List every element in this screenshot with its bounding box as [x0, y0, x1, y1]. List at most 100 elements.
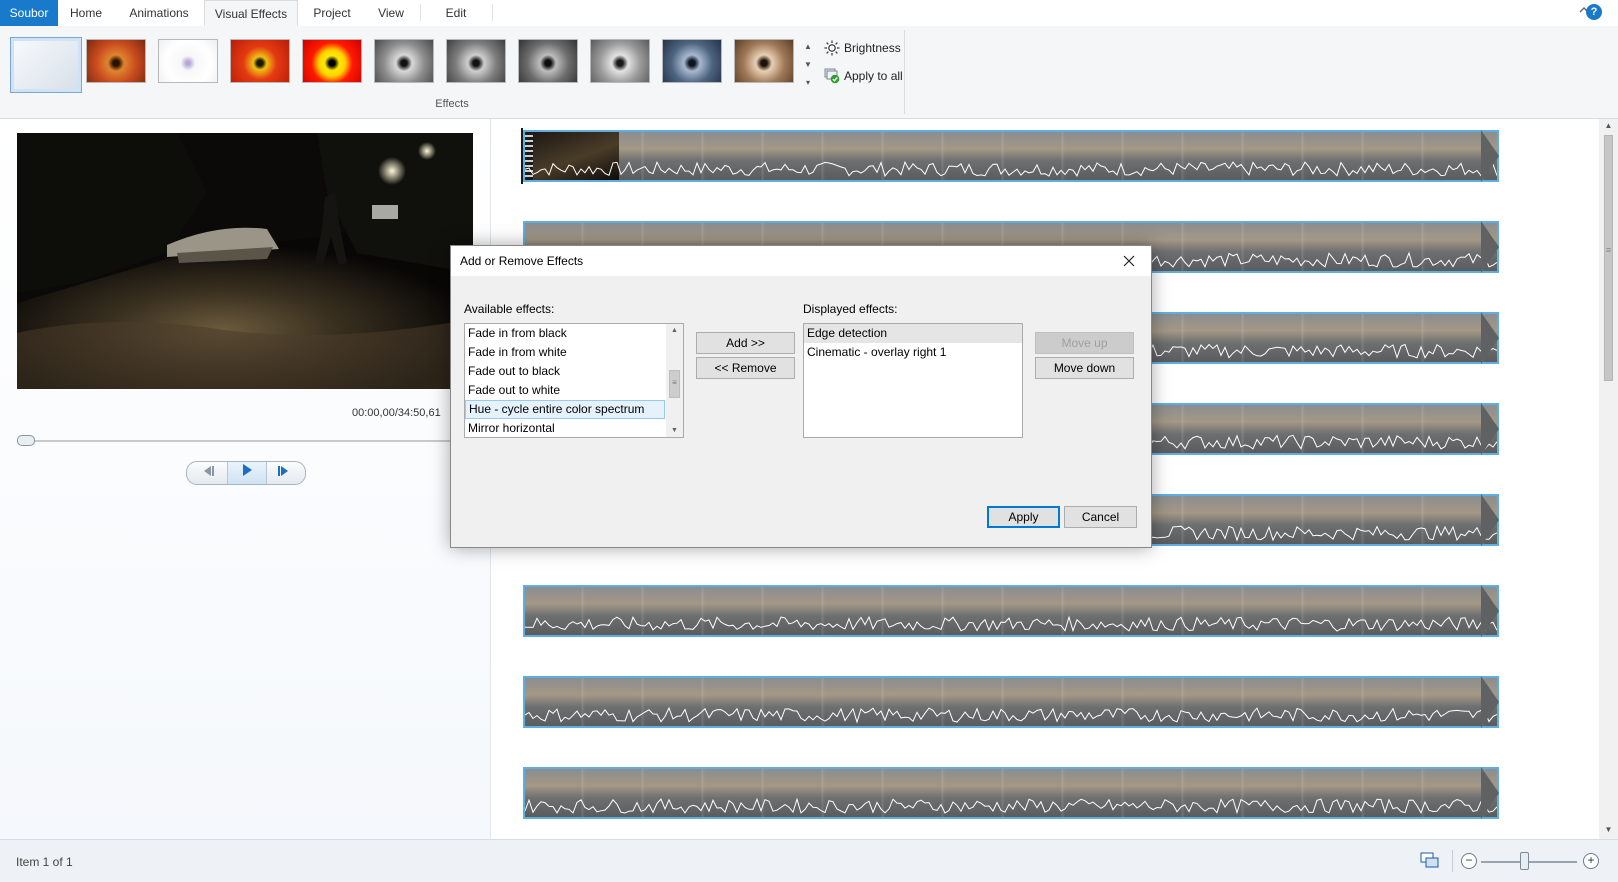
ribbon-tab-bar: Soubor Home Animations Visual Effects Pr…: [0, 0, 1618, 27]
list-scroll-down-icon[interactable]: ▼: [666, 427, 683, 434]
available-effect-item[interactable]: Fade out to white: [465, 381, 665, 400]
zoom-slider-track[interactable]: [1481, 861, 1577, 863]
displayed-effects-list[interactable]: Edge detection Cinematic - overlay right …: [803, 323, 1023, 438]
apply-to-all-icon: [824, 68, 840, 84]
zoom-in-icon[interactable]: +: [1583, 853, 1599, 869]
available-effect-item[interactable]: Fade in from black: [465, 324, 665, 343]
effect-thumb-threshold[interactable]: [230, 39, 290, 83]
status-bar: Item 1 of 1 − +: [0, 839, 1618, 882]
clip-continuation-arrow: [1481, 221, 1499, 273]
play-icon: [243, 464, 252, 476]
scroll-down-icon[interactable]: ▼: [1599, 825, 1618, 834]
status-item-count: Item 1 of 1: [16, 855, 73, 869]
effect-thumb-grayscale-2[interactable]: [446, 39, 506, 83]
clip-continuation-arrow: [1481, 676, 1499, 728]
effect-thumb-grayscale-3[interactable]: [518, 39, 578, 83]
gallery-more-icon[interactable]: ▾: [802, 74, 814, 92]
brightness-button[interactable]: Brightness: [824, 40, 901, 56]
available-effects-list[interactable]: Fade in from black Fade in from white Fade…: [464, 323, 684, 438]
zoom-out-icon[interactable]: −: [1461, 853, 1477, 869]
tab-file[interactable]: Soubor: [0, 0, 58, 26]
available-effect-item[interactable]: Hue - cycle entire color spectrum: [465, 400, 665, 419]
cancel-button[interactable]: Cancel: [1064, 506, 1137, 528]
clip-continuation-arrow: [1481, 312, 1499, 364]
ribbon-visual-effects: ▲ ▼ ▾ Brightness Apply to all Effects: [0, 26, 1618, 119]
scrollbar-thumb[interactable]: [1604, 135, 1613, 381]
clip-continuation-arrow: [1481, 494, 1499, 546]
gallery-scroll: ▲ ▼ ▾: [802, 38, 814, 100]
tab-visual-effects[interactable]: Visual Effects: [204, 0, 298, 26]
add-button[interactable]: Add >>: [696, 332, 795, 354]
clip-continuation-arrow: [1481, 585, 1499, 637]
gallery-scroll-up-icon[interactable]: ▲: [802, 38, 814, 56]
effect-thumb-edge-detection[interactable]: [158, 39, 218, 83]
storyboard-clip-row[interactable]: [523, 676, 1499, 728]
dialog-title: Add or Remove Effects: [460, 254, 584, 268]
gallery-scroll-down-icon[interactable]: ▼: [802, 56, 814, 74]
preview-pane: 00:00,00/34:50,61: [0, 119, 491, 839]
move-down-button[interactable]: Move down: [1035, 357, 1134, 379]
clip-continuation-arrow: [1481, 767, 1499, 819]
clip-continuation-arrow: [1481, 130, 1499, 182]
available-effect-item[interactable]: Fade out to black: [465, 362, 665, 381]
seek-handle[interactable]: [17, 435, 35, 446]
timecode-display: 00:00,00/34:50,61: [352, 407, 441, 419]
tab-edit[interactable]: Edit: [428, 0, 484, 26]
storyboard-scrollbar[interactable]: ▲ ≡ ▼: [1599, 119, 1618, 839]
effect-thumb-posterize[interactable]: [302, 39, 362, 83]
help-icon[interactable]: ?: [1586, 4, 1602, 20]
storyboard-clip-row[interactable]: [523, 767, 1499, 819]
tab-animations[interactable]: Animations: [116, 0, 202, 26]
clip-continuation-arrow: [1481, 403, 1499, 455]
apply-to-all-label: Apply to all: [844, 69, 903, 83]
ribbon-group-label: Effects: [435, 98, 469, 110]
displayed-effect-item[interactable]: Edge detection: [804, 324, 1022, 343]
available-list-scrollbar[interactable]: ▲ ≡ ▼: [666, 324, 683, 437]
video-preview[interactable]: [17, 133, 473, 389]
audio-waveform: [525, 797, 1497, 815]
tab-home[interactable]: Home: [60, 0, 112, 26]
effect-thumb-sepia[interactable]: [734, 39, 794, 83]
storyboard-view-icon[interactable]: [1420, 852, 1440, 868]
audio-waveform: [525, 615, 1497, 633]
playback-controls: [186, 461, 306, 485]
tab-project[interactable]: Project: [300, 0, 364, 26]
ribbon-divider: [904, 30, 905, 114]
previous-frame-button[interactable]: [191, 462, 225, 484]
list-scroll-up-icon[interactable]: ▲: [666, 327, 683, 334]
effect-thumb-cyanotype[interactable]: [662, 39, 722, 83]
remove-button[interactable]: << Remove: [696, 357, 795, 379]
available-effects-label: Available effects:: [464, 302, 555, 316]
effect-thumb-warm[interactable]: [86, 39, 146, 83]
tab-separator: [492, 4, 493, 21]
displayed-effect-item[interactable]: Cinematic - overlay right 1: [804, 343, 1022, 362]
list-scroll-thumb[interactable]: ≡: [669, 370, 680, 398]
apply-button[interactable]: Apply: [987, 506, 1060, 528]
next-frame-button[interactable]: [267, 462, 301, 484]
play-button[interactable]: [227, 462, 267, 484]
tab-separator: [420, 4, 421, 21]
playhead-cursor[interactable]: [521, 128, 523, 184]
available-effect-item[interactable]: Mirror horizontal: [465, 419, 665, 437]
audio-waveform: [525, 706, 1497, 724]
previous-frame-icon: [204, 466, 214, 476]
storyboard-clip-row[interactable]: [523, 130, 1499, 182]
effect-thumb-grayscale-1[interactable]: [374, 39, 434, 83]
close-icon[interactable]: [1107, 246, 1151, 276]
audio-waveform: [525, 160, 1497, 177]
status-separator: [1452, 850, 1453, 872]
move-up-button[interactable]: Move up: [1035, 332, 1134, 354]
effect-thumb-no-effect[interactable]: [10, 37, 82, 93]
apply-to-all-button[interactable]: Apply to all: [824, 68, 903, 84]
next-frame-icon: [278, 466, 288, 476]
seek-bar[interactable]: [17, 440, 473, 442]
available-effect-item[interactable]: Fade in from white: [465, 343, 665, 362]
effect-thumb-grayscale-4[interactable]: [590, 39, 650, 83]
brightness-label: Brightness: [844, 41, 901, 55]
add-remove-effects-dialog: Add or Remove Effects Available effects:…: [450, 245, 1152, 548]
displayed-effects-label: Displayed effects:: [803, 302, 898, 316]
storyboard-clip-row[interactable]: [523, 585, 1499, 637]
scroll-up-icon[interactable]: ▲: [1599, 121, 1618, 130]
zoom-slider-handle[interactable]: [1520, 852, 1529, 870]
tab-view[interactable]: View: [368, 0, 414, 26]
